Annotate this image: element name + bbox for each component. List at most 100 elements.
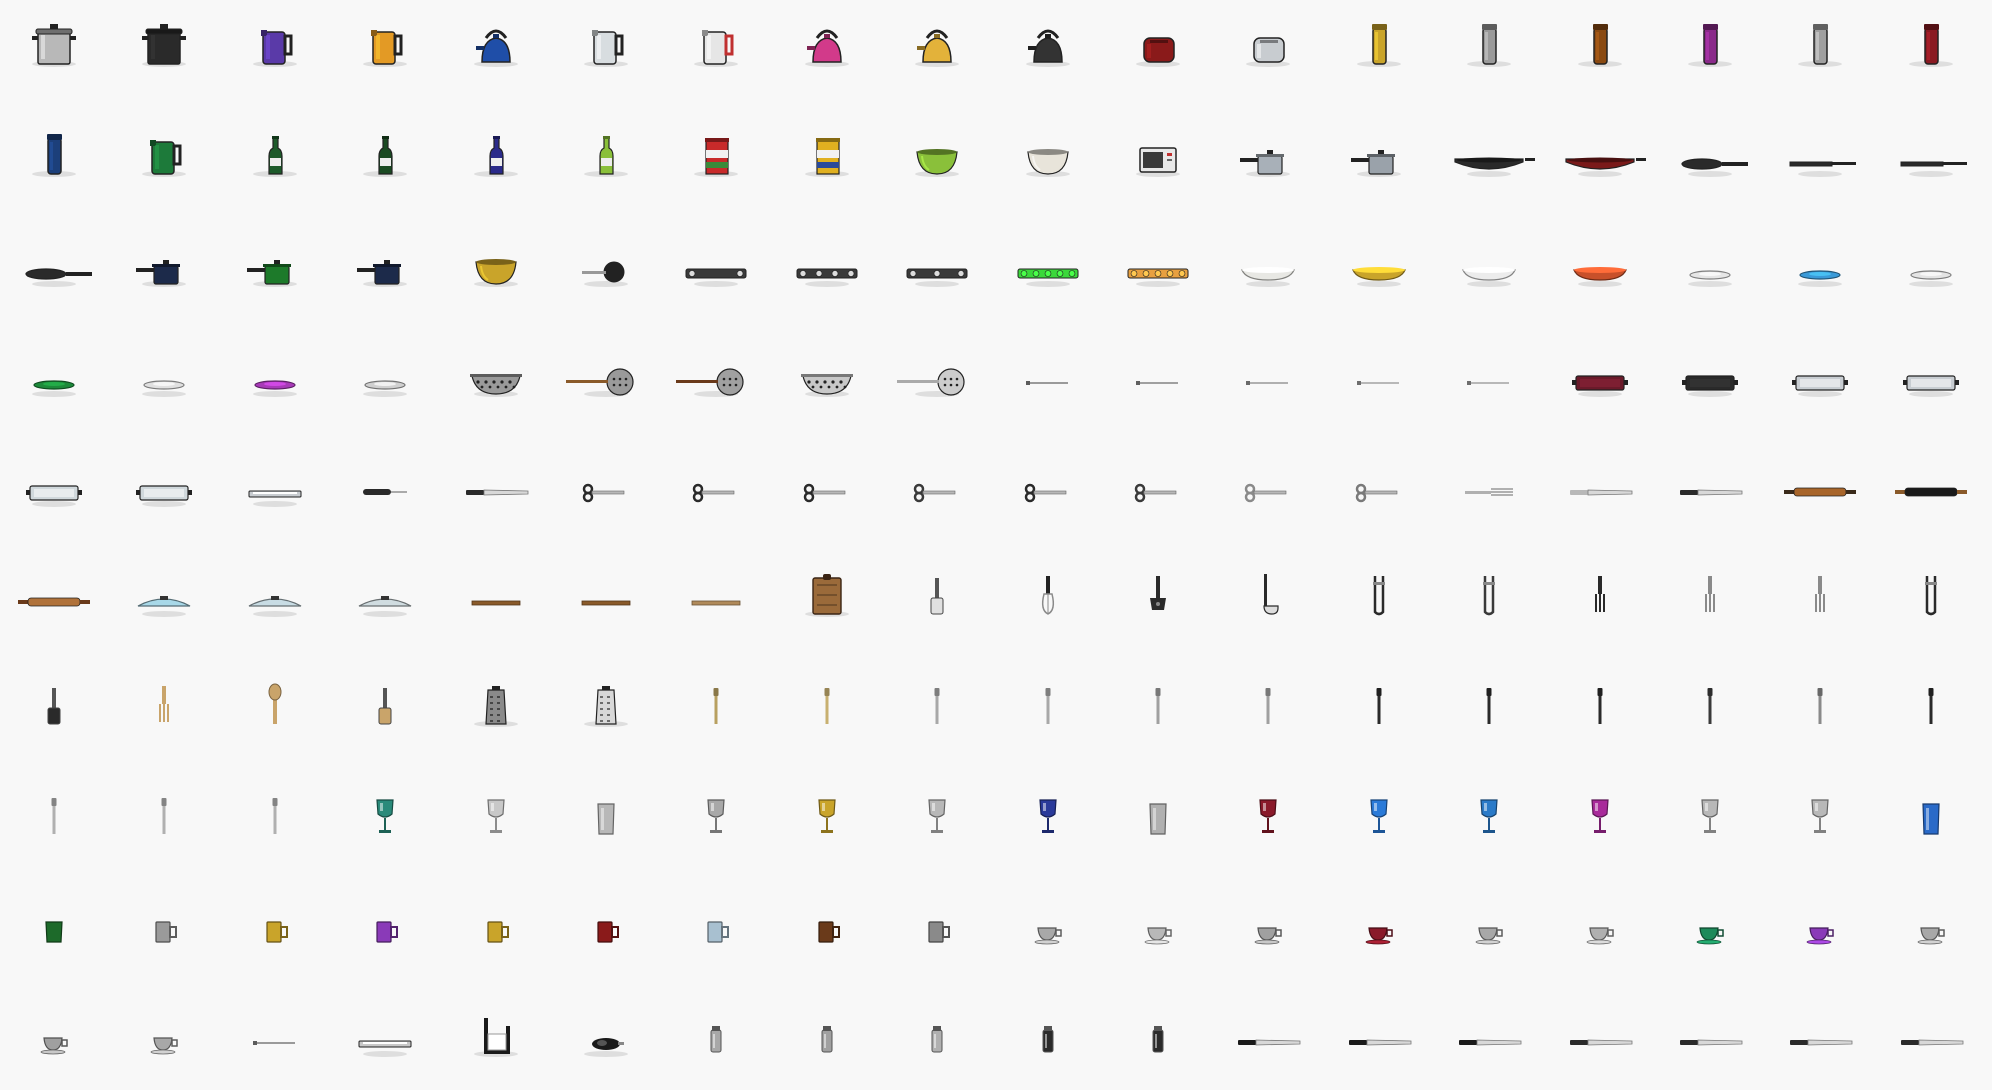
- red-travel-mug-icon: [1883, 2, 1979, 98]
- boning-knife-icon: [1662, 662, 1758, 758]
- masher-icon-graphic: [1150, 576, 1166, 610]
- silver-cup-icon: [1441, 882, 1537, 978]
- silver-tray-icon: [1883, 332, 1979, 428]
- stovetop-kettle-icon: [1000, 2, 1096, 98]
- silver-scissors-icon: [1220, 442, 1316, 538]
- pepper-shaker-icon: [779, 992, 875, 1088]
- skewer-long-icon-graphic: [1136, 381, 1178, 385]
- red-teacup-icon: [1331, 882, 1427, 978]
- blue-travel-mug-icon: [6, 112, 102, 208]
- purple-flask-icon-graphic: [1688, 24, 1732, 67]
- blue-wine-glass-icon-graphic: [1038, 799, 1057, 833]
- gold-mug-icon-graphic: [486, 921, 509, 943]
- glass-pan-icon-graphic: [136, 485, 193, 507]
- large-strainer-icon: [558, 332, 654, 428]
- teacup-icon-graphic: [1034, 927, 1062, 945]
- salad-tongs-icon-graphic: [1924, 576, 1937, 616]
- white-plate-icon-graphic: [1688, 270, 1732, 287]
- pale-blue-mug-icon-graphic: [707, 921, 730, 943]
- red-teacup-icon-graphic: [1365, 927, 1393, 945]
- oil-cruet-icon-graphic: [931, 1026, 943, 1053]
- purple-teacup-icon: [1772, 882, 1868, 978]
- paring-knife-icon-graphic: [465, 489, 528, 496]
- table-knife-icon-graphic: [1045, 688, 1051, 724]
- gold-goblet-icon: [779, 772, 875, 868]
- serving-fork-icon: [1552, 552, 1648, 648]
- steel-mug-icon-graphic: [155, 921, 178, 943]
- red-mug-icon-graphic: [597, 921, 619, 943]
- large-strainer-icon-graphic: [566, 368, 634, 397]
- skewer-icon-graphic: [1025, 381, 1068, 385]
- purple-teacup-icon-graphic: [1806, 927, 1835, 945]
- box-grater-icon: [448, 662, 544, 758]
- white-bowl-icon-graphic: [1025, 149, 1070, 177]
- silver-spoon-icon-graphic: [161, 798, 167, 834]
- tongs-icon-graphic: [1372, 576, 1385, 616]
- glass-lid-icon: [116, 552, 212, 648]
- dinner-knife-icon: [779, 662, 875, 758]
- green-wine-bottle-icon-graphic: [252, 136, 297, 177]
- yellow-mug-icon: [227, 882, 323, 978]
- steel-thermos-icon: [1441, 2, 1537, 98]
- four-cup-tray-icon-graphic: [796, 268, 858, 287]
- white-serving-dish-icon: [1220, 222, 1316, 318]
- small-lid-icon: [337, 552, 433, 648]
- fine-sieve-icon-graphic: [897, 368, 965, 397]
- poultry-shears-icon-graphic: [803, 483, 846, 503]
- white-teacup-icon-graphic: [1144, 927, 1172, 945]
- white-flat-plate-icon: [116, 332, 212, 428]
- spice-tin-icon: [668, 112, 764, 208]
- white-platter-icon: [1441, 222, 1537, 318]
- steak-knife-icon-graphic: [1376, 688, 1382, 724]
- peeler-icon-graphic: [363, 489, 408, 495]
- creamer-icon: [6, 992, 102, 1088]
- cleaver-icon-graphic: [1928, 688, 1934, 724]
- spatula-icon-graphic: [930, 578, 944, 615]
- small-navy-pot-icon-graphic: [357, 260, 408, 287]
- white-platter-icon-graphic: [1462, 267, 1517, 287]
- table-fork-icon: [889, 662, 985, 758]
- yellow-teakettle-icon-graphic: [915, 29, 960, 67]
- glass-dish-icon-graphic: [26, 485, 82, 507]
- green-mixing-bowl-icon-graphic: [915, 149, 960, 177]
- green-cup-icon: [6, 882, 102, 978]
- magenta-glass-icon: [1552, 772, 1648, 868]
- tongs-icon: [1331, 552, 1427, 648]
- tumbler-icon-graphic: [597, 803, 615, 835]
- scissors-icon-graphic: [582, 483, 625, 503]
- green-teacup-icon: [1662, 882, 1758, 978]
- snifter-icon: [1662, 772, 1758, 868]
- blue-tumbler-icon: [1883, 772, 1979, 868]
- wooden-spatula-icon-graphic: [378, 688, 392, 725]
- trimming-scissors-icon-graphic: [913, 483, 956, 503]
- steel-mug-icon: [116, 882, 212, 978]
- silver-toaster-icon-graphic: [1246, 37, 1291, 67]
- sugar-bowl-icon: [116, 992, 212, 1088]
- espresso-cup-icon-graphic: [1586, 927, 1614, 945]
- peeler-icon: [337, 442, 433, 538]
- purple-saucer-icon-graphic: [252, 380, 297, 397]
- red-wok-icon-graphic: [1564, 157, 1646, 177]
- oil-bottle-icon: [558, 112, 654, 208]
- small-navy-pot-icon: [337, 222, 433, 318]
- white-serving-dish-icon-graphic: [1241, 267, 1296, 287]
- silver-spoon-icon: [116, 772, 212, 868]
- herb-scissors-icon-graphic: [1024, 483, 1066, 503]
- navy-saucepan-icon: [116, 222, 212, 318]
- orange-kettle-icon: [337, 2, 433, 98]
- clear-wine-glass-icon: [448, 772, 544, 868]
- blue-wine-glass-icon: [1000, 772, 1096, 868]
- steel-thermos-icon-graphic: [1467, 24, 1512, 67]
- skewer-long-icon: [1110, 332, 1206, 428]
- maroon-baking-tray-icon: [1552, 332, 1648, 428]
- gold-thermos-icon: [1331, 2, 1427, 98]
- meat-fork-icon-graphic: [1815, 576, 1826, 612]
- gold-thermos-icon-graphic: [1356, 24, 1401, 67]
- brown-mug-icon: [779, 882, 875, 978]
- tape-dispenser-icon-graphic: [584, 1038, 628, 1057]
- espresso-cup-icon: [1552, 882, 1648, 978]
- sheet-pan-icon-graphic: [248, 490, 302, 507]
- coffee-carafe-icon-graphic: [1577, 24, 1622, 67]
- highball-glass-icon: [1110, 772, 1206, 868]
- crepe-pan-icon-graphic: [1789, 161, 1857, 177]
